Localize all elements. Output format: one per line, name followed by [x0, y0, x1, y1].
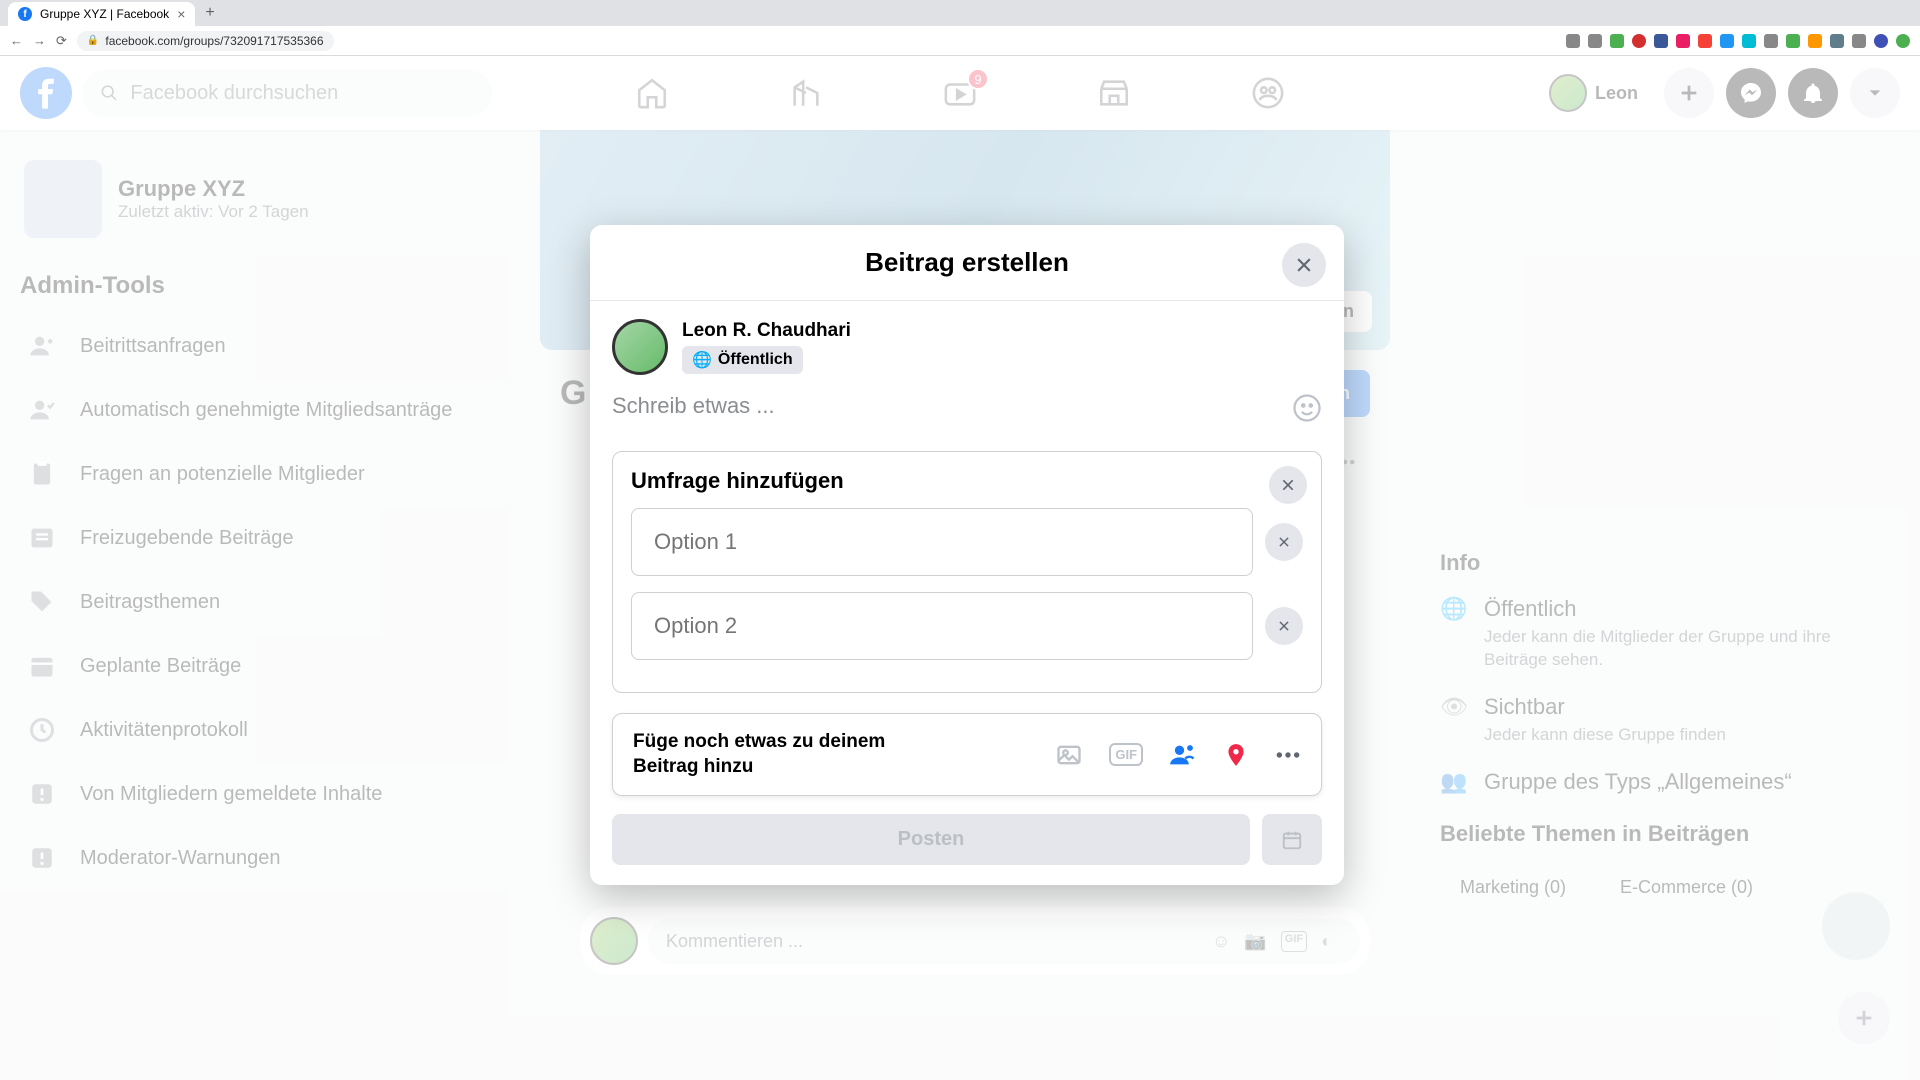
location-icon[interactable] — [1223, 742, 1249, 768]
tag-people-icon[interactable] — [1169, 741, 1197, 769]
remove-poll-button[interactable] — [1269, 466, 1307, 504]
ext-icon[interactable] — [1610, 34, 1624, 48]
ext-icon[interactable] — [1588, 34, 1602, 48]
post-placeholder: Schreib etwas ... — [612, 393, 775, 418]
address-bar: ← → ⟳ 🔒 facebook.com/groups/732091717535… — [0, 26, 1920, 55]
author-row: Leon R. Chaudhari 🌐 Öffentlich — [612, 319, 1322, 375]
ext-icon[interactable] — [1896, 34, 1910, 48]
author-name: Leon R. Chaudhari — [682, 320, 851, 342]
modal-footer: Posten — [590, 814, 1344, 885]
remove-option-button[interactable] — [1265, 523, 1303, 561]
attachment-label: Füge noch etwas zu deinem Beitrag hinzu — [633, 730, 933, 779]
close-icon — [1277, 535, 1291, 549]
post-button[interactable]: Posten — [612, 814, 1250, 865]
ext-icon[interactable] — [1808, 34, 1822, 48]
schedule-button[interactable] — [1262, 814, 1322, 865]
close-icon[interactable]: × — [177, 6, 185, 22]
ext-icon[interactable] — [1676, 34, 1690, 48]
ext-icon[interactable] — [1874, 34, 1888, 48]
photo-icon[interactable] — [1055, 741, 1083, 769]
lock-icon: 🔒 — [87, 35, 99, 46]
attachment-icons: GIF — [1055, 741, 1301, 769]
browser-tab[interactable]: f Gruppe XYZ | Facebook × — [8, 2, 195, 26]
audience-label: Öffentlich — [718, 351, 793, 369]
attachment-bar: Füge noch etwas zu deinem Beitrag hinzu … — [612, 713, 1322, 796]
ext-icon[interactable] — [1720, 34, 1734, 48]
tab-bar: f Gruppe XYZ | Facebook × + — [0, 0, 1920, 26]
browser-chrome: f Gruppe XYZ | Facebook × + ← → ⟳ 🔒 face… — [0, 0, 1920, 56]
forward-icon[interactable]: → — [33, 33, 46, 48]
emoji-icon — [1292, 393, 1322, 423]
reload-icon[interactable]: ⟳ — [56, 33, 67, 49]
more-options-icon[interactable] — [1275, 751, 1301, 759]
poll-option-2-input[interactable] — [631, 592, 1253, 660]
ext-icon[interactable] — [1632, 34, 1646, 48]
extension-icons — [1566, 34, 1910, 48]
modal-title: Beitrag erstellen — [590, 225, 1344, 301]
post-text-input[interactable]: Schreib etwas ... — [612, 393, 1322, 451]
author-avatar — [612, 319, 668, 375]
url-text: facebook.com/groups/732091717535366 — [105, 34, 323, 48]
ext-icon[interactable] — [1830, 34, 1844, 48]
poll-option-row — [631, 508, 1303, 576]
audience-selector[interactable]: 🌐 Öffentlich — [682, 346, 803, 374]
poll-section: Umfrage hinzufügen — [612, 451, 1322, 693]
close-icon — [1294, 255, 1314, 275]
close-icon — [1280, 477, 1296, 493]
ext-icon[interactable] — [1654, 34, 1668, 48]
gif-icon[interactable]: GIF — [1109, 743, 1143, 766]
poll-option-row — [631, 592, 1303, 660]
ext-icon[interactable] — [1852, 34, 1866, 48]
poll-option-1-input[interactable] — [631, 508, 1253, 576]
close-icon — [1277, 619, 1291, 633]
ext-icon[interactable] — [1786, 34, 1800, 48]
close-modal-button[interactable] — [1282, 243, 1326, 287]
tab-title: Gruppe XYZ | Facebook — [40, 7, 169, 21]
calendar-icon — [1281, 829, 1303, 851]
ext-icon[interactable] — [1566, 34, 1580, 48]
back-icon[interactable]: ← — [10, 33, 23, 48]
create-post-modal: Beitrag erstellen Leon R. Chaudhari 🌐 Öf… — [590, 225, 1344, 885]
ext-icon[interactable] — [1764, 34, 1778, 48]
modal-body: Leon R. Chaudhari 🌐 Öffentlich Schreib e… — [590, 301, 1344, 814]
ext-icon[interactable] — [1698, 34, 1712, 48]
new-tab-icon[interactable]: + — [195, 0, 224, 26]
remove-option-button[interactable] — [1265, 607, 1303, 645]
url-field[interactable]: 🔒 facebook.com/groups/732091717535366 — [77, 31, 334, 51]
ext-icon[interactable] — [1742, 34, 1756, 48]
emoji-picker-button[interactable] — [1292, 393, 1322, 423]
facebook-favicon: f — [18, 7, 32, 21]
poll-heading: Umfrage hinzufügen — [631, 468, 1303, 494]
globe-icon: 🌐 — [692, 350, 712, 370]
